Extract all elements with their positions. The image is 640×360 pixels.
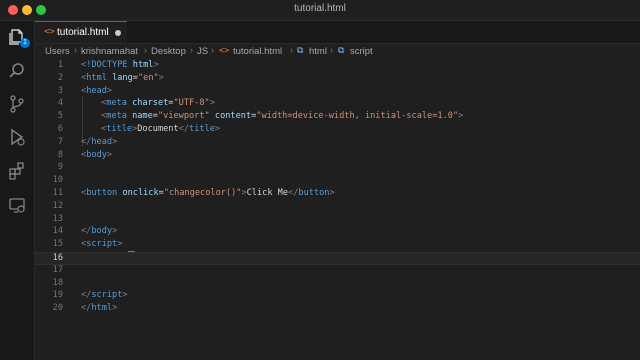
breadcrumb-item-desktop[interactable]: Desktop [151, 46, 186, 57]
element-icon: ⧉ [338, 46, 345, 56]
code-line[interactable]: 6 <title>Document</title> [35, 124, 640, 137]
line-number: 5 [57, 111, 63, 122]
breadcrumb-separator: › [290, 45, 293, 55]
code-text: <head> [81, 85, 113, 96]
breadcrumb-item-users[interactable]: Users [45, 46, 70, 57]
code-text: </html> [81, 303, 118, 314]
line-number: 1 [57, 60, 63, 70]
breadcrumb-separator: › [330, 45, 333, 55]
code-text: <meta charset="UTF-8"> [101, 98, 215, 109]
code-text: </head> [81, 136, 118, 147]
breadcrumb: Users › krishnamahat › Desktop › JS › <>… [35, 44, 640, 58]
code-editor[interactable]: 1 <!DOCTYPE html> 2 <html lang="en"> 3 <head>… [35, 58, 640, 360]
tab-tutorial-html[interactable]: <> tutorial.html [35, 21, 127, 43]
line-number: 20 [52, 303, 63, 314]
breadcrumb-item-script[interactable]: script [350, 46, 373, 57]
line-number: 2 [57, 72, 63, 83]
code-line[interactable]: 16 [35, 252, 640, 265]
remote-explorer-icon[interactable] [7, 195, 27, 215]
code-line[interactable]: 3 <head> [35, 86, 640, 99]
line-number: 7 [57, 136, 63, 147]
code-line[interactable]: 12 [35, 201, 640, 214]
breadcrumb-item-js[interactable]: JS [197, 46, 208, 57]
line-number: 12 [52, 200, 63, 211]
code-line[interactable]: 5 <meta name="viewport" content="width=de… [35, 111, 640, 124]
line-number: 13 [52, 213, 63, 224]
source-control-icon[interactable] [7, 94, 27, 114]
code-line[interactable]: 4 <meta charset="UTF-8"> [35, 98, 640, 111]
code-line[interactable]: 10 [35, 175, 640, 188]
line-number: 11 [52, 188, 63, 198]
unsaved-dot-icon[interactable] [115, 30, 121, 36]
code-line[interactable]: 20 </html> [35, 303, 640, 316]
tab-bar: <> tutorial.html [35, 21, 640, 44]
line-number: 14 [52, 226, 63, 237]
breadcrumb-separator: › [74, 45, 77, 55]
search-icon[interactable] [7, 61, 27, 81]
line-number: 9 [57, 162, 63, 173]
line-number: 16 [52, 253, 63, 263]
breadcrumb-separator: › [211, 45, 214, 55]
code-line[interactable]: 9 [35, 162, 640, 175]
breadcrumb-separator: › [144, 45, 147, 55]
code-text: <button onclick="changecolor()">Click Me… [81, 188, 335, 198]
code-line[interactable]: 15 <script> [35, 239, 640, 252]
code-text: <meta name="viewport" content="width=dev… [101, 111, 464, 122]
code-line[interactable]: 7 </head> [35, 137, 640, 150]
explorer-badge: 1 [20, 38, 30, 48]
code-text: <title>Document</title> [101, 124, 221, 134]
line-number: 17 [52, 264, 63, 275]
code-text: <body> [81, 149, 113, 160]
code-line[interactable]: 18 [35, 278, 640, 291]
element-icon: ⧉ [297, 46, 304, 56]
code-line[interactable]: 2 <html lang="en"> [35, 73, 640, 86]
line-number: 6 [57, 124, 63, 134]
code-text: <!DOCTYPE html> [81, 60, 159, 70]
code-line[interactable]: 8 <body> [35, 150, 640, 163]
breadcrumb-separator: › [190, 45, 193, 55]
line-number: 8 [57, 149, 63, 160]
code-line[interactable]: 1 <!DOCTYPE html> [35, 60, 640, 73]
code-line[interactable]: 13 [35, 214, 640, 227]
code-line[interactable]: 19 </script> [35, 290, 640, 303]
html-file-icon: <> [219, 46, 230, 56]
explorer-icon[interactable]: 1 [7, 27, 30, 48]
line-number: 18 [52, 277, 63, 288]
code-line[interactable]: 14 </body> [35, 226, 640, 239]
run-debug-icon[interactable] [7, 127, 27, 147]
code-line[interactable]: 17 [35, 265, 640, 278]
breadcrumb-item-html[interactable]: html [309, 46, 327, 57]
tab-label: tutorial.html [57, 27, 109, 38]
extensions-icon[interactable] [7, 161, 27, 181]
code-text: </body> [81, 226, 118, 237]
breadcrumb-item-file[interactable]: tutorial.html [233, 46, 282, 57]
line-number: 3 [57, 85, 63, 96]
breadcrumb-item-krishnamahat[interactable]: krishnamahat [81, 46, 138, 57]
title-bar: tutorial.html [0, 0, 640, 21]
activity-bar: 1 [0, 21, 35, 360]
code-line[interactable]: 11 <button onclick="changecolor()">Click … [35, 188, 640, 201]
window-title: tutorial.html [294, 3, 346, 14]
line-number: 19 [52, 290, 63, 301]
line-number: 4 [57, 98, 63, 109]
code-text: <html lang="en"> [81, 72, 164, 83]
code-text: </script> [81, 290, 128, 301]
html-file-icon: <> [44, 27, 55, 37]
line-number: 15 [52, 239, 63, 250]
code-text: <script> [81, 239, 123, 250]
line-number: 10 [52, 175, 63, 186]
